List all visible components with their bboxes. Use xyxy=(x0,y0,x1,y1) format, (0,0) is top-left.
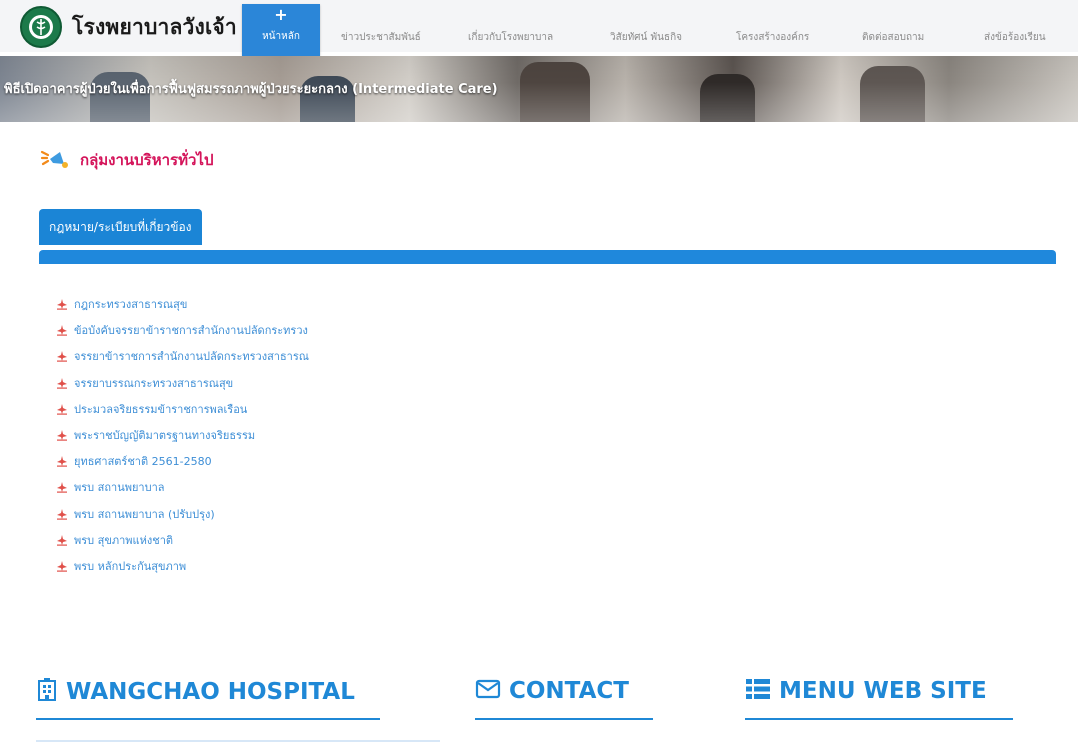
site-logo[interactable]: โรงพยาบาลวังเจ้า xyxy=(20,6,237,48)
tab-laws-regulations[interactable]: กฎหมาย/ระเบียบที่เกี่ยวข้อง xyxy=(39,209,202,245)
document-link[interactable]: พรบ สถานพยาบาล (ปรับปรุง) xyxy=(56,501,309,527)
document-link[interactable]: จรรยาข้าราชการสำนักงานปลัดกระทรวงสาธารณ xyxy=(56,343,309,369)
footer-subdivider xyxy=(36,740,440,742)
nav-item-complaint[interactable]: ส่งข้อร้องเรียน xyxy=(984,30,1046,45)
pdf-icon xyxy=(57,482,67,494)
pdf-icon xyxy=(57,403,67,415)
plus-icon: + xyxy=(274,5,288,24)
pdf-icon xyxy=(57,351,67,363)
document-link-label: ยุทธศาสตร์ชาติ 2561-2580 xyxy=(74,455,212,469)
section-header: กลุ่มงานบริหารทั่วไป xyxy=(40,146,213,174)
document-link[interactable]: พรบ สุขภาพแห่งชาติ xyxy=(56,527,309,553)
top-navigation-bar: โรงพยาบาลวังเจ้า + หน้าหลัก ข่าวประชาสัม… xyxy=(0,0,1078,56)
document-link[interactable]: พระราชบัญญัติมาตรฐานทางจริยธรรม xyxy=(56,422,309,448)
footer-divider xyxy=(36,718,380,720)
document-link-label: พรบ สถานพยาบาล (ปรับปรุง) xyxy=(74,507,215,521)
footer-divider xyxy=(475,718,653,720)
footer-contact-title: CONTACT xyxy=(509,678,629,704)
site-name: โรงพยาบาลวังเจ้า xyxy=(72,14,237,39)
document-link[interactable]: จรรยาบรรณกระทรวงสาธารณสุข xyxy=(56,370,309,396)
pdf-icon xyxy=(57,508,67,520)
building-icon xyxy=(36,678,58,706)
nav-item-structure[interactable]: โครงสร้างองค์กร xyxy=(736,30,809,45)
envelope-icon xyxy=(475,679,501,703)
nav-item-news[interactable]: ข่าวประชาสัมพันธ์ xyxy=(341,30,421,45)
category-header-bar xyxy=(39,250,1056,264)
document-link-label: ข้อบังคับจรรยาข้าราชการสำนักงานปลัดกระทร… xyxy=(74,324,308,338)
footer-menu-title: MENU WEB SITE xyxy=(779,678,987,704)
nav-home-label: หน้าหลัก xyxy=(262,31,300,42)
footer-contact-heading: CONTACT xyxy=(475,678,629,704)
document-link-label: จรรยาบรรณกระทรวงสาธารณสุข xyxy=(74,376,234,390)
document-link-label: พระราชบัญญัติมาตรฐานทางจริยธรรม xyxy=(74,429,256,443)
document-link-label: พรบ สถานพยาบาล xyxy=(74,481,165,495)
pdf-icon xyxy=(57,377,67,389)
megaphone-icon xyxy=(40,146,70,174)
pdf-icon xyxy=(57,430,67,441)
document-link-label: จรรยาข้าราชการสำนักงานปลัดกระทรวงสาธารณ xyxy=(74,350,309,364)
footer-menu-heading: MENU WEB SITE xyxy=(745,678,987,704)
document-link-label: ประมวลจริยธรรมข้าราชการพลเรือน xyxy=(74,402,248,416)
nav-item-contact[interactable]: ติดต่อสอบถาม xyxy=(862,30,924,45)
hospital-emblem-icon xyxy=(20,6,62,48)
document-link-label: พรบ หลักประกันสุขภาพ xyxy=(74,559,187,573)
pdf-icon xyxy=(57,456,67,467)
section-title: กลุ่มงานบริหารทั่วไป xyxy=(80,151,214,169)
document-link[interactable]: กฎกระทรวงสาธารณสุข xyxy=(56,291,309,317)
banner-title[interactable]: พิธีเปิดอาคารผู้ป่วยในเพื่อการฟื้นฟูสมรร… xyxy=(4,78,498,99)
pdf-icon xyxy=(57,560,67,572)
document-link[interactable]: ข้อบังคับจรรยาข้าราชการสำนักงานปลัดกระทร… xyxy=(56,317,309,343)
document-link-label: พรบ สุขภาพแห่งชาติ xyxy=(74,533,174,547)
news-banner[interactable]: พิธีเปิดอาคารผู้ป่วยในเพื่อการฟื้นฟูสมรร… xyxy=(0,56,1078,122)
nav-home-button[interactable]: + หน้าหลัก xyxy=(242,4,320,56)
pdf-icon xyxy=(57,534,67,546)
document-link[interactable]: ประมวลจริยธรรมข้าราชการพลเรือน xyxy=(56,396,309,422)
document-link[interactable]: ยุทธศาสตร์ชาติ 2561-2580 xyxy=(56,448,309,474)
pdf-icon xyxy=(57,325,67,336)
footer-hospital-title: WANGCHAO HOSPITAL xyxy=(66,679,355,705)
pdf-icon xyxy=(57,299,67,310)
footer-divider xyxy=(745,718,1013,720)
list-icon xyxy=(745,678,771,704)
document-link-label: กฎกระทรวงสาธารณสุข xyxy=(74,298,188,312)
document-link[interactable]: พรบ สถานพยาบาล xyxy=(56,474,309,500)
document-link[interactable]: พรบ หลักประกันสุขภาพ xyxy=(56,553,309,579)
footer-hospital-heading: WANGCHAO HOSPITAL xyxy=(36,678,355,706)
document-list: กฎกระทรวงสาธารณสุขข้อบังคับจรรยาข้าราชกา… xyxy=(56,291,309,579)
nav-item-about[interactable]: เกี่ยวกับโรงพยาบาล xyxy=(468,30,553,45)
nav-item-vision[interactable]: วิสัยทัศน์ พันธกิจ xyxy=(610,30,682,45)
